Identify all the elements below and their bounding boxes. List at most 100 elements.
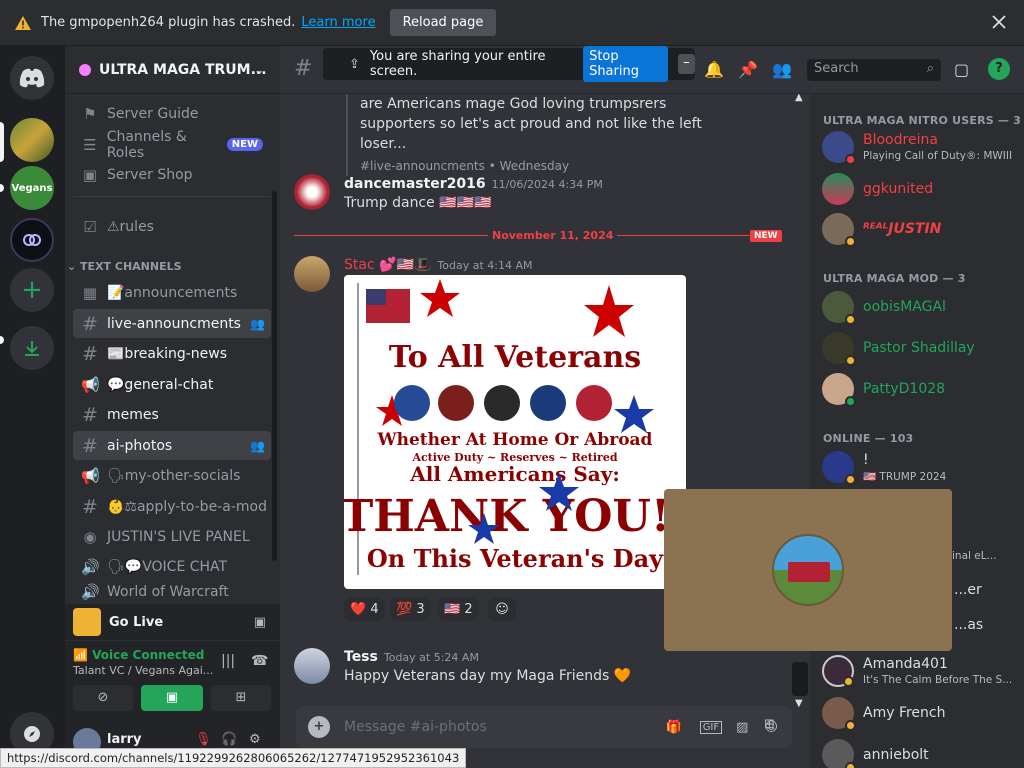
sidebar-item-channels-roles[interactable]: ☰ Channels & Roles NEW (73, 129, 271, 161)
scroll-down-icon[interactable]: ▼ (795, 698, 803, 709)
member-item[interactable]: Amanda401 It's The Calm Before The S... (822, 650, 1020, 692)
message-author[interactable]: Tess (344, 649, 378, 665)
avatar[interactable] (294, 648, 330, 684)
channel-breaking-news[interactable]: # 📰breaking-news (73, 339, 271, 368)
member-item[interactable]: ᴿᴱᴬᴸJUSTIN (822, 208, 1020, 250)
reaction-heart[interactable]: ❤️ 4 (344, 597, 385, 621)
channel-voice-chat[interactable]: 🔊 🗣💬VOICE CHAT (73, 552, 271, 581)
gear-icon[interactable]: ⚙ (249, 732, 261, 747)
headphones-icon[interactable]: 🎧 (221, 732, 237, 747)
channel-announcements[interactable]: ▦ 📝announcements (73, 278, 271, 307)
server-header[interactable]: ULTRA MAGA TRUM... ⌄ (65, 46, 280, 94)
new-badge: NEW (226, 138, 263, 151)
message-author[interactable]: Stac 💕🇺🇸🎩 (344, 257, 431, 273)
hash-icon: # (82, 342, 98, 365)
apps-icon[interactable]: ⊞ (764, 717, 775, 732)
member-item[interactable]: Pastor Shadillay (822, 327, 1020, 369)
image-line-6: On This Veteran's Day (367, 544, 664, 573)
warning-icon (15, 15, 31, 30)
activities-icon[interactable]: ⊞ (211, 685, 271, 711)
avatar (822, 655, 854, 687)
member-item[interactable]: PattyD1028 (822, 368, 1020, 410)
members-icon[interactable]: 👥 (772, 60, 792, 79)
plugin-crash-banner: The gmpopenh264 plugin has crashed. Lear… (0, 0, 1024, 46)
voice-channel-name[interactable]: Talant VC / Vegans Agai... (73, 664, 213, 677)
pin-icon[interactable]: 📌 (738, 60, 758, 79)
username[interactable]: larry (107, 732, 142, 747)
add-member-icon[interactable]: 👥 (250, 439, 265, 453)
member-group-header: ONLINE — 103 (823, 432, 914, 445)
disconnect-icon[interactable]: ☎ (251, 653, 268, 669)
hash-icon: # (82, 495, 98, 518)
member-item[interactable]: anniebolt (822, 734, 1020, 768)
channel-memes[interactable]: # memes (73, 400, 271, 429)
search-input[interactable]: Search ⌕ (807, 59, 941, 81)
channel-general-chat[interactable]: 📢 💬general-chat (73, 370, 271, 399)
member-item[interactable]: oobisMAGAl (822, 286, 1020, 328)
close-icon[interactable] (990, 13, 1008, 31)
avatar (822, 451, 856, 485)
message-reply-preview[interactable]: are Americans mage God loving trumpsrers… (346, 94, 716, 176)
divider-date: November 11, 2024 (488, 229, 618, 242)
image-line-4: All Americans Say: (409, 462, 620, 486)
member-item[interactable]: Bloodreina Playing Call of Duty®: MWIII (822, 126, 1020, 168)
message-author[interactable]: dancemaster2016 (344, 176, 486, 192)
upload-icon[interactable]: + (308, 716, 330, 738)
server-link-icon[interactable] (10, 218, 54, 262)
member-item[interactable]: ggkunited (822, 168, 1020, 210)
discord-home-icon[interactable] (10, 56, 54, 100)
channel-my-other-socials[interactable]: 📢 🗣my-other-socials (73, 461, 271, 490)
server-name: ULTRA MAGA TRUM... (99, 61, 267, 78)
help-icon[interactable]: ? (988, 58, 1010, 80)
message-scrollbar[interactable] (792, 662, 808, 696)
minimize-icon[interactable]: – (677, 54, 695, 74)
channel-justins-live-panel[interactable]: ◉ JUSTIN'S LIVE PANEL (73, 522, 271, 551)
learn-more-link[interactable]: Learn more (301, 15, 375, 30)
shop-icon: ▣ (82, 165, 98, 184)
server-ultra-maga-icon[interactable] (10, 118, 54, 162)
screen-share-button[interactable]: ▣ (141, 685, 203, 711)
server-vegans-icon[interactable]: Vegans (10, 166, 54, 210)
avatar[interactable] (294, 256, 330, 292)
avatar (822, 697, 856, 731)
add-server-icon[interactable]: + (10, 268, 54, 312)
bell-icon[interactable]: 🔔 (704, 60, 724, 79)
gift-icon[interactable]: 🎁 (666, 720, 682, 735)
gif-icon[interactable]: GIF (699, 720, 723, 734)
scroll-up-icon[interactable]: ▲ (795, 92, 803, 103)
hash-icon: # (82, 403, 98, 426)
reaction-100[interactable]: 💯 3 (390, 597, 431, 621)
sidebar-item-server-guide[interactable]: ⚑ Server Guide (73, 99, 271, 128)
reload-page-button[interactable]: Reload page (389, 9, 497, 36)
veterans-day-image[interactable]: To All Veterans Whether At Home Or Abroa… (344, 275, 686, 589)
inbox-icon[interactable]: ▢ (954, 60, 969, 79)
channel-live-announcments[interactable]: # live-announcments 👥 (73, 309, 271, 338)
camera-icon[interactable]: ⊘ (73, 685, 133, 711)
picture-in-picture-video[interactable] (664, 489, 952, 651)
message-input[interactable]: Message #ai-photos (344, 719, 487, 735)
channel-world-of-warcraft[interactable]: 🔊 World of Warcraft (73, 582, 271, 602)
channel-ai-photos[interactable]: # ai-photos 👥 (73, 431, 271, 460)
avatar[interactable] (294, 174, 330, 210)
channel-apply-to-be-a-mod[interactable]: # 👶⚖apply-to-be-a-mod (73, 492, 271, 521)
veterans-image-art: To All Veterans Whether At Home Or Abroa… (344, 279, 686, 575)
add-member-icon[interactable]: 👥 (250, 317, 265, 331)
megaphone-icon: 📢 (81, 466, 100, 485)
member-item[interactable]: ! 🇺🇸 TRUMP 2024 (822, 446, 1020, 488)
noise-suppression-icon[interactable]: ||| (221, 653, 235, 669)
sidebar-scrollbar[interactable] (272, 191, 277, 561)
category-text-channels[interactable]: ⌄ TEXT CHANNELS (67, 260, 182, 273)
sidebar-item-server-shop[interactable]: ▣ Server Shop (73, 160, 271, 189)
download-apps-icon[interactable] (10, 326, 54, 370)
add-reaction-icon[interactable]: ☺ (488, 597, 516, 621)
member-item[interactable]: Amy French (822, 692, 1020, 734)
sticker-icon[interactable]: ▨ (736, 720, 748, 735)
screen-share-icon[interactable]: ▣ (254, 615, 266, 630)
channel-rules[interactable]: ☑ ⚠rules (73, 212, 271, 241)
search-icon: ⌕ (926, 61, 934, 76)
avatar (772, 534, 844, 606)
mic-muted-icon[interactable]: 🎙 (195, 732, 212, 747)
voice-connected-status[interactable]: 📶 Voice Connected (73, 648, 204, 662)
stop-sharing-button[interactable]: Stop Sharing (583, 46, 668, 82)
reaction-us-flag[interactable]: 🇺🇸 2 (438, 597, 479, 621)
